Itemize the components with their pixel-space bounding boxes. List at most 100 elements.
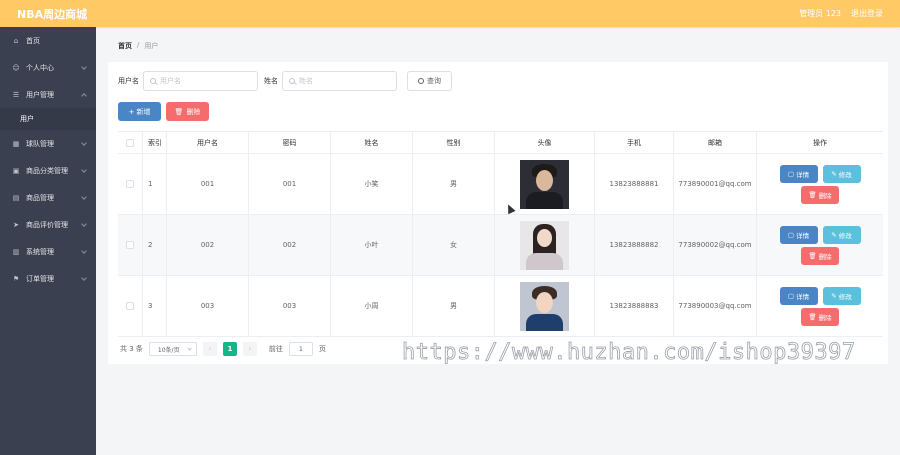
document-icon: ▢: [787, 230, 795, 239]
delete-button[interactable]: 🗑 删除: [801, 185, 839, 204]
detail-button-label: 详情: [796, 170, 810, 179]
chevron-down-icon: [187, 346, 192, 351]
edit-button[interactable]: ✎ 修改: [822, 164, 861, 183]
grid-icon: ▦: [12, 139, 20, 148]
column-header-email[interactable]: 邮箱: [674, 132, 757, 153]
column-header-avatar[interactable]: 头像: [495, 132, 595, 153]
table-row[interactable]: 1 001 001 小笑 男 13823888881 773890001@qq.…: [118, 154, 883, 215]
breadcrumb-home[interactable]: 首页: [118, 41, 132, 51]
chevron-down-icon: [81, 64, 87, 70]
row-select-cell: [118, 215, 143, 275]
column-header-username[interactable]: 用户名: [167, 132, 249, 153]
sidebar-item-review-management[interactable]: ➤ 商品评价管理: [0, 211, 96, 238]
sidebar-item-user-management[interactable]: ☰ 用户管理: [0, 81, 96, 108]
cell-password: 002: [249, 215, 331, 275]
page-number-current[interactable]: 1: [222, 342, 237, 356]
sidebar-item-system-management[interactable]: ▥ 系统管理: [0, 238, 96, 265]
next-page-button[interactable]: ›: [242, 342, 257, 356]
table-row[interactable]: 3 003 003 小周 男 13823888883 773890003@qq.…: [118, 276, 883, 337]
chevron-down-icon: [81, 248, 87, 254]
avatar: [520, 159, 569, 209]
row-select-cell: [118, 276, 143, 336]
sidebar-item-team-management[interactable]: ▦ 球队管理: [0, 130, 96, 157]
column-header-index[interactable]: 索引: [143, 132, 167, 153]
top-right-links: 管理员 123 退出登录: [799, 8, 883, 19]
username-search-input[interactable]: 用户名: [143, 71, 258, 91]
detail-button[interactable]: ▢ 详情: [779, 225, 818, 244]
sidebar-item-profile[interactable]: ☺ 个人中心: [0, 54, 96, 81]
cell-name: 小周: [331, 276, 413, 336]
chevron-down-icon: [81, 221, 87, 227]
sidebar: ⌂ 首页 ☺ 个人中心 ☰ 用户管理 用户 ▦ 球队管理 ▣ 商品分类管理 ▤ …: [0, 27, 96, 455]
send-icon: ➤: [13, 220, 19, 229]
username-label: 用户名: [118, 77, 139, 85]
delete-button-label: 删除: [818, 313, 832, 322]
edit-button-label: 修改: [838, 170, 852, 179]
delete-button[interactable]: 🗑 删除: [801, 246, 839, 265]
users-icon: ☰: [12, 90, 20, 99]
cell-username: 001: [167, 154, 249, 214]
cell-email: 773890002@qq.com: [674, 215, 757, 275]
query-button[interactable]: 查询: [407, 71, 452, 91]
trash-icon: 🗑: [808, 312, 817, 321]
sidebar-item-product-management[interactable]: ▤ 商品管理: [0, 184, 96, 211]
cell-username: 002: [167, 215, 249, 275]
trash-icon: 🗑: [808, 251, 817, 260]
cell-gender: 女: [413, 215, 495, 275]
detail-button-label: 详情: [796, 292, 810, 301]
add-button[interactable]: + 新增: [118, 102, 161, 121]
sidebar-item-order-management[interactable]: ⚑ 订单管理: [0, 265, 96, 292]
chevron-down-icon: [81, 140, 87, 146]
flag-icon: ⚑: [12, 274, 20, 283]
column-header-password[interactable]: 密码: [249, 132, 331, 153]
app-title: NBA周边商城: [17, 7, 88, 21]
watermark-text: https://www.huzhan.com/ishop39397: [402, 340, 856, 366]
cell-phone: 13823888883: [595, 276, 674, 336]
avatar: [520, 281, 569, 331]
table-row[interactable]: 2 002 002 小叶 女 13823888882 773890002@qq.…: [118, 215, 883, 276]
sidebar-item-category-management[interactable]: ▣ 商品分类管理: [0, 157, 96, 184]
detail-button-label: 详情: [796, 231, 810, 240]
header-select-cell: [118, 132, 143, 153]
name-search-input[interactable]: 姓名: [282, 71, 397, 91]
name-label: 姓名: [264, 77, 278, 85]
row-checkbox[interactable]: [126, 180, 134, 188]
main-content: 首页 / 用户 用户名 用户名 姓名 姓名 查询 + 新增 🗑 删除 索引 用户…: [96, 27, 900, 455]
goto-page-input[interactable]: 1: [288, 342, 313, 356]
chevron-down-icon: [81, 194, 87, 200]
pagination: 共 3 条 10条/页 ‹ 1 › 前往 1 页: [120, 342, 326, 356]
row-checkbox[interactable]: [126, 241, 134, 249]
column-header-gender[interactable]: 性别: [413, 132, 495, 153]
cart-icon: ▣: [12, 166, 20, 175]
cell-index: 1: [143, 154, 167, 214]
prev-page-button[interactable]: ‹: [202, 342, 217, 356]
sidebar-item-label: 个人中心: [26, 63, 54, 72]
row-checkbox[interactable]: [126, 302, 134, 310]
select-all-checkbox[interactable]: [126, 138, 134, 147]
page-size-select[interactable]: 10条/页: [148, 342, 197, 356]
sidebar-subitem-users[interactable]: 用户: [0, 108, 96, 130]
cell-avatar: [495, 215, 595, 275]
cell-gender: 男: [413, 154, 495, 214]
trash-icon: 🗑: [174, 107, 184, 116]
chevron-up-icon: [81, 93, 87, 99]
cell-phone: 13823888882: [595, 215, 674, 275]
column-header-name[interactable]: 姓名: [331, 132, 413, 153]
delete-button-label: 删除: [186, 107, 201, 116]
edit-button[interactable]: ✎ 修改: [822, 225, 861, 244]
edit-button[interactable]: ✎ 修改: [822, 286, 861, 305]
chevron-down-icon: [81, 275, 87, 281]
detail-button[interactable]: ▢ 详情: [779, 164, 818, 183]
delete-button-label: 删除: [818, 252, 832, 261]
pencil-icon: ✎: [831, 169, 837, 178]
delete-button[interactable]: 🗑 删除: [801, 307, 839, 326]
sidebar-item-home[interactable]: ⌂ 首页: [0, 27, 96, 54]
current-user-label: 管理员 123: [799, 9, 841, 18]
logout-link[interactable]: 退出登录: [851, 8, 883, 19]
batch-delete-button[interactable]: 🗑 删除: [166, 102, 209, 121]
detail-button[interactable]: ▢ 详情: [779, 286, 818, 305]
cell-email: 773890001@qq.com: [674, 154, 757, 214]
column-header-phone[interactable]: 手机: [595, 132, 674, 153]
document-icon: ▢: [787, 169, 795, 178]
cell-password: 003: [249, 276, 331, 336]
